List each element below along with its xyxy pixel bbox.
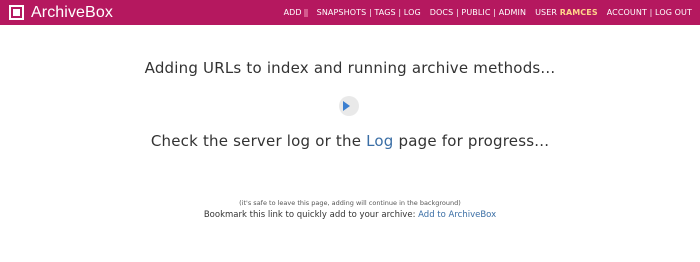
nav-group-snapshots: SNAPSHOTS | TAGS | LOG xyxy=(317,8,421,17)
nav-separator: | xyxy=(398,8,402,17)
nav-public-link[interactable]: PUBLIC xyxy=(461,8,490,17)
loading-spinner-icon xyxy=(339,96,359,116)
nav-docs-link[interactable]: DOCS xyxy=(430,8,454,17)
brand[interactable]: ArchiveBox xyxy=(9,4,113,22)
nav-separator: | xyxy=(649,8,653,17)
bookmark-text: Bookmark this link to quickly add to you… xyxy=(203,210,416,220)
nav-username: RAMCES xyxy=(559,8,598,17)
page-heading: Adding URLs to index and running archive… xyxy=(144,59,556,77)
nav-logout-link[interactable]: LOG OUT xyxy=(655,8,692,17)
nav-separator: | xyxy=(493,8,497,17)
nav-snapshots-link[interactable]: SNAPSHOTS xyxy=(317,8,367,17)
nav-group-docs: DOCS | PUBLIC | ADMIN xyxy=(430,8,526,17)
nav-tags-link[interactable]: TAGS xyxy=(374,8,395,17)
add-to-archivebox-link[interactable]: Add to ArchiveBox xyxy=(418,210,496,220)
nav-account-link[interactable]: ACCOUNT xyxy=(607,8,647,17)
bookmark-message: Bookmark this link to quickly add to you… xyxy=(0,210,700,220)
log-page-link[interactable]: Log xyxy=(366,132,393,150)
nav-separator: | xyxy=(368,8,372,17)
brand-name[interactable]: ArchiveBox xyxy=(31,4,113,22)
nav-user-prefix: USER xyxy=(535,8,558,17)
main-content: Adding URLs to index and running archive… xyxy=(0,25,700,262)
nav-user: USER RAMCES xyxy=(535,8,598,17)
top-header: ArchiveBox ADD SNAPSHOTS | TAGS | LOG DO… xyxy=(0,0,700,25)
nav-log-link[interactable]: LOG xyxy=(404,8,421,17)
progress-message: Check the server log or the Log page for… xyxy=(0,132,700,150)
nav-separator: | xyxy=(455,8,459,17)
nav-add-link[interactable]: ADD xyxy=(284,8,308,17)
nav-group-account: ACCOUNT | LOG OUT xyxy=(607,8,692,17)
top-nav: ADD SNAPSHOTS | TAGS | LOG DOCS | PUBLIC… xyxy=(284,0,692,25)
progress-prefix: Check the server log or the xyxy=(150,132,362,150)
nav-admin-link[interactable]: ADMIN xyxy=(499,8,526,17)
progress-suffix: page for progress... xyxy=(398,132,550,150)
background-note: (it's safe to leave this page, adding wi… xyxy=(239,199,461,207)
archivebox-logo-icon xyxy=(9,5,24,20)
